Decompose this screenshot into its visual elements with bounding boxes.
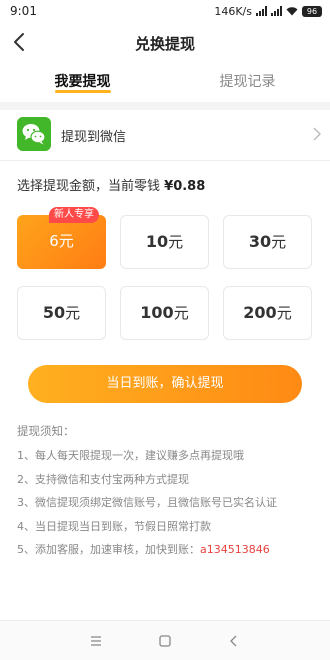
amount-prompt-text: 选择提现金额，当前零钱	[17, 179, 161, 194]
amount-unit: 元	[58, 232, 74, 250]
chevron-right-icon	[313, 127, 321, 141]
amount-value: 100	[140, 303, 174, 322]
status-indicators: 146K/s 96	[214, 4, 322, 18]
signal-icon-2	[271, 6, 282, 16]
note-text: 5、添加客服，加速审核，加快到账：	[17, 543, 200, 556]
amount-unit: 元	[168, 233, 184, 251]
back-icon[interactable]	[224, 631, 244, 651]
amount-option-200[interactable]: 200元	[223, 286, 312, 340]
note-item: 2、支持微信和支付宝两种方式提现	[17, 473, 317, 497]
new-user-badge: 新人专享	[49, 207, 99, 223]
status-bar: 9:01 146K/s 96	[0, 0, 330, 22]
amount-unit: 元	[173, 304, 189, 322]
amount-value: 200	[243, 303, 277, 322]
confirm-withdraw-button[interactable]: 当日到账，确认提现	[28, 365, 302, 403]
withdraw-method-label: 提现到微信	[61, 130, 127, 145]
amount-option-6[interactable]: 新人专享 6元	[17, 207, 106, 269]
tab-withdraw-records[interactable]: 提现记录	[165, 62, 330, 100]
amount-value: 50	[42, 303, 66, 322]
amount-option-100[interactable]: 100元	[120, 286, 209, 340]
wifi-icon	[286, 7, 298, 16]
tab-label: 我要提现	[54, 74, 111, 90]
note-text: 1、每人每天限提现一次，建议赚多点再提现哦	[17, 449, 244, 462]
withdraw-method-row[interactable]: 提现到微信	[0, 110, 330, 158]
system-nav-bar	[0, 620, 330, 660]
signal-icon	[256, 6, 267, 16]
wechat-icon	[17, 117, 51, 151]
note-text: 3、微信提现须绑定微信账号，且微信账号已实名认证	[17, 496, 277, 509]
menu-icon[interactable]	[86, 631, 106, 651]
amount-unit: 元	[271, 233, 287, 251]
tab-bar: 我要提现 提现记录	[0, 62, 330, 100]
amount-value: 6	[49, 232, 59, 250]
amount-option-50[interactable]: 50元	[17, 286, 106, 340]
tab-label: 提现记录	[219, 74, 276, 90]
divider	[0, 160, 330, 161]
note-text: 2、支持微信和支付宝两种方式提现	[17, 472, 189, 486]
current-balance: ¥0.88	[164, 179, 206, 194]
customer-service-id[interactable]: a134513846	[200, 543, 270, 556]
amount-option-30[interactable]: 30元	[223, 215, 312, 269]
page-title: 兑换提现	[134, 35, 195, 53]
note-item: 4、当日提现当日到账，节假日照常打款	[17, 520, 317, 544]
battery-icon: 96	[302, 5, 322, 17]
active-tab-indicator	[54, 90, 111, 93]
withdraw-notes: 提现须知： 1、每人每天限提现一次，建议赚多点再提现哦 2、支持微信和支付宝两种…	[17, 423, 317, 567]
notes-title: 提现须知：	[17, 424, 75, 438]
status-time: 9:01	[10, 4, 37, 18]
note-item: 1、每人每天限提现一次，建议赚多点再提现哦	[17, 449, 317, 473]
amount-unit: 元	[65, 304, 81, 322]
amount-value: 10	[145, 232, 169, 251]
note-text: 4、当日提现当日到账，节假日照常打款	[17, 519, 211, 533]
amount-value: 30	[248, 232, 272, 251]
tab-withdraw[interactable]: 我要提现	[0, 62, 165, 100]
amount-option-10[interactable]: 10元	[120, 215, 209, 269]
note-item: 3、微信提现须绑定微信账号，且微信账号已实名认证	[17, 496, 317, 520]
amount-prompt: 选择提现金额，当前零钱 ¥0.88	[17, 175, 205, 194]
note-item: 5、添加客服，加速审核，加快到账：a134513846	[17, 543, 317, 567]
amount-unit: 元	[276, 304, 292, 322]
section-separator	[0, 102, 330, 110]
nav-bar: 兑换提现	[0, 22, 330, 62]
home-icon[interactable]	[155, 631, 175, 651]
network-speed: 146K/s	[214, 4, 252, 18]
